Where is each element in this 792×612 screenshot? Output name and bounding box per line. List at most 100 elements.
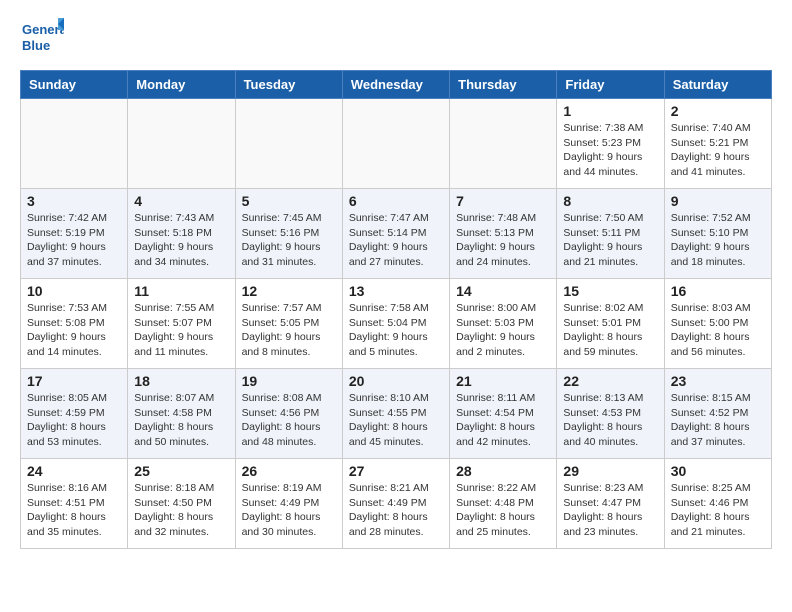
week-row-2: 3 Sunrise: 7:42 AMSunset: 5:19 PMDaylight… [21,189,772,279]
day-info: Sunrise: 8:23 AMSunset: 4:47 PMDaylight:… [563,481,657,540]
day-info: Sunrise: 7:57 AMSunset: 5:05 PMDaylight:… [242,301,336,360]
weekday-saturday: Saturday [664,71,771,99]
day-number: 7 [456,193,550,209]
day-info: Sunrise: 7:38 AMSunset: 5:23 PMDaylight:… [563,121,657,180]
day-number: 5 [242,193,336,209]
day-number: 25 [134,463,228,479]
day-number: 16 [671,283,765,299]
day-info: Sunrise: 8:13 AMSunset: 4:53 PMDaylight:… [563,391,657,450]
day-cell: 27 Sunrise: 8:21 AMSunset: 4:49 PMDayligh… [342,459,449,549]
day-cell: 18 Sunrise: 8:07 AMSunset: 4:58 PMDayligh… [128,369,235,459]
day-info: Sunrise: 8:05 AMSunset: 4:59 PMDaylight:… [27,391,121,450]
day-cell: 5 Sunrise: 7:45 AMSunset: 5:16 PMDaylight… [235,189,342,279]
day-number: 9 [671,193,765,209]
day-cell: 6Sunrise: 7:47 AMSunset: 5:14 PMDaylight… [342,189,449,279]
day-info: Sunrise: 7:52 AMSunset: 5:10 PMDaylight:… [671,211,765,270]
day-number: 22 [563,373,657,389]
day-info: Sunrise: 7:53 AMSunset: 5:08 PMDaylight:… [27,301,121,360]
weekday-thursday: Thursday [450,71,557,99]
day-number: 4 [134,193,228,209]
day-number: 12 [242,283,336,299]
day-info: Sunrise: 7:55 AMSunset: 5:07 PMDaylight:… [134,301,228,360]
weekday-header-row: SundayMondayTuesdayWednesdayThursdayFrid… [21,71,772,99]
page-header: General Blue [20,16,772,60]
day-number: 10 [27,283,121,299]
day-cell: 13Sunrise: 7:58 AMSunset: 5:04 PMDayligh… [342,279,449,369]
day-number: 3 [27,193,121,209]
day-number: 21 [456,373,550,389]
day-cell: 7 Sunrise: 7:48 AMSunset: 5:13 PMDaylight… [450,189,557,279]
day-number: 13 [349,283,443,299]
day-info: Sunrise: 8:07 AMSunset: 4:58 PMDaylight:… [134,391,228,450]
day-number: 29 [563,463,657,479]
logo-svg: General Blue [20,16,64,60]
day-cell: 28 Sunrise: 8:22 AMSunset: 4:48 PMDayligh… [450,459,557,549]
day-number: 2 [671,103,765,119]
day-cell: 26Sunrise: 8:19 AMSunset: 4:49 PMDayligh… [235,459,342,549]
day-info: Sunrise: 8:19 AMSunset: 4:49 PMDaylight:… [242,481,336,540]
calendar-container: General Blue SundayMondayTuesdayWednesda… [0,0,792,565]
day-number: 28 [456,463,550,479]
day-cell: 22 Sunrise: 8:13 AMSunset: 4:53 PMDayligh… [557,369,664,459]
day-cell [450,99,557,189]
day-number: 15 [563,283,657,299]
day-cell [128,99,235,189]
day-info: Sunrise: 7:42 AMSunset: 5:19 PMDaylight:… [27,211,121,270]
day-info: Sunrise: 7:48 AMSunset: 5:13 PMDaylight:… [456,211,550,270]
day-cell: 9 Sunrise: 7:52 AMSunset: 5:10 PMDaylight… [664,189,771,279]
day-cell: 1Sunrise: 7:38 AMSunset: 5:23 PMDaylight… [557,99,664,189]
day-cell: 10 Sunrise: 7:53 AMSunset: 5:08 PMDayligh… [21,279,128,369]
day-number: 8 [563,193,657,209]
day-info: Sunrise: 7:45 AMSunset: 5:16 PMDaylight:… [242,211,336,270]
weekday-friday: Friday [557,71,664,99]
day-cell: 23Sunrise: 8:15 AMSunset: 4:52 PMDayligh… [664,369,771,459]
day-info: Sunrise: 8:22 AMSunset: 4:48 PMDaylight:… [456,481,550,540]
day-info: Sunrise: 7:47 AMSunset: 5:14 PMDaylight:… [349,211,443,270]
day-info: Sunrise: 8:00 AMSunset: 5:03 PMDaylight:… [456,301,550,360]
day-info: Sunrise: 8:21 AMSunset: 4:49 PMDaylight:… [349,481,443,540]
logo-graphic: General Blue [20,16,64,60]
calendar-table: SundayMondayTuesdayWednesdayThursdayFrid… [20,70,772,549]
day-info: Sunrise: 8:08 AMSunset: 4:56 PMDaylight:… [242,391,336,450]
week-row-1: 1Sunrise: 7:38 AMSunset: 5:23 PMDaylight… [21,99,772,189]
day-number: 11 [134,283,228,299]
day-info: Sunrise: 8:11 AMSunset: 4:54 PMDaylight:… [456,391,550,450]
day-info: Sunrise: 8:03 AMSunset: 5:00 PMDaylight:… [671,301,765,360]
week-row-3: 10 Sunrise: 7:53 AMSunset: 5:08 PMDayligh… [21,279,772,369]
day-cell: 29 Sunrise: 8:23 AMSunset: 4:47 PMDayligh… [557,459,664,549]
day-cell: 17 Sunrise: 8:05 AMSunset: 4:59 PMDayligh… [21,369,128,459]
day-cell: 12 Sunrise: 7:57 AMSunset: 5:05 PMDayligh… [235,279,342,369]
weekday-wednesday: Wednesday [342,71,449,99]
day-cell: 19 Sunrise: 8:08 AMSunset: 4:56 PMDayligh… [235,369,342,459]
day-number: 17 [27,373,121,389]
day-cell [235,99,342,189]
weekday-monday: Monday [128,71,235,99]
day-number: 27 [349,463,443,479]
logo: General Blue [20,16,64,60]
weekday-sunday: Sunday [21,71,128,99]
day-info: Sunrise: 7:50 AMSunset: 5:11 PMDaylight:… [563,211,657,270]
day-cell: 20Sunrise: 8:10 AMSunset: 4:55 PMDayligh… [342,369,449,459]
day-cell: 16 Sunrise: 8:03 AMSunset: 5:00 PMDayligh… [664,279,771,369]
day-number: 24 [27,463,121,479]
day-cell: 2 Sunrise: 7:40 AMSunset: 5:21 PMDaylight… [664,99,771,189]
day-info: Sunrise: 7:43 AMSunset: 5:18 PMDaylight:… [134,211,228,270]
day-number: 14 [456,283,550,299]
day-info: Sunrise: 8:16 AMSunset: 4:51 PMDaylight:… [27,481,121,540]
day-cell [342,99,449,189]
day-cell: 15 Sunrise: 8:02 AMSunset: 5:01 PMDayligh… [557,279,664,369]
day-info: Sunrise: 8:02 AMSunset: 5:01 PMDaylight:… [563,301,657,360]
day-cell: 14 Sunrise: 8:00 AMSunset: 5:03 PMDayligh… [450,279,557,369]
day-info: Sunrise: 8:15 AMSunset: 4:52 PMDaylight:… [671,391,765,450]
day-cell: 3 Sunrise: 7:42 AMSunset: 5:19 PMDaylight… [21,189,128,279]
week-row-5: 24 Sunrise: 8:16 AMSunset: 4:51 PMDayligh… [21,459,772,549]
day-cell: 8 Sunrise: 7:50 AMSunset: 5:11 PMDaylight… [557,189,664,279]
day-number: 18 [134,373,228,389]
day-cell: 11 Sunrise: 7:55 AMSunset: 5:07 PMDayligh… [128,279,235,369]
svg-text:Blue: Blue [22,38,50,53]
day-info: Sunrise: 8:25 AMSunset: 4:46 PMDaylight:… [671,481,765,540]
day-cell: 24 Sunrise: 8:16 AMSunset: 4:51 PMDayligh… [21,459,128,549]
day-cell: 21 Sunrise: 8:11 AMSunset: 4:54 PMDayligh… [450,369,557,459]
day-info: Sunrise: 7:40 AMSunset: 5:21 PMDaylight:… [671,121,765,180]
day-number: 19 [242,373,336,389]
